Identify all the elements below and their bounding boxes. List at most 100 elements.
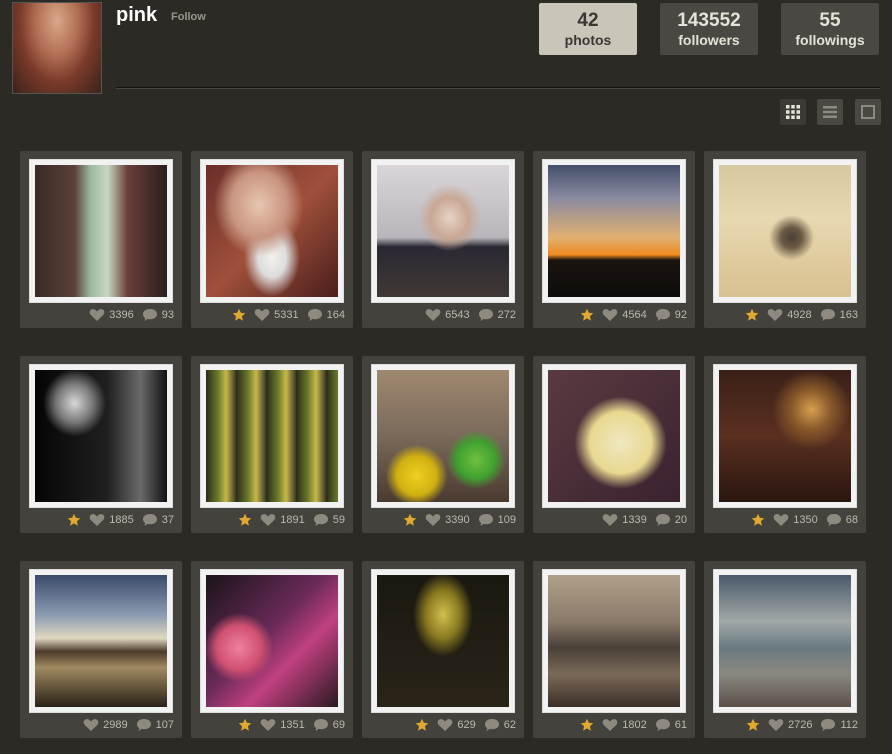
follow-button[interactable]: Follow (171, 11, 206, 23)
photo-image (206, 165, 338, 297)
photo-thumbnail[interactable] (371, 364, 515, 508)
photo-card: 1885 37 (20, 356, 182, 533)
comment-icon[interactable] (142, 513, 158, 527)
comment-count: 20 (674, 514, 687, 526)
comment-count: 163 (839, 309, 858, 321)
photo-thumbnail[interactable] (29, 159, 173, 303)
photo-card: 1350 68 (704, 356, 866, 533)
heart-icon[interactable] (254, 308, 270, 322)
like-count: 4564 (622, 309, 647, 321)
heart-icon[interactable] (260, 718, 276, 732)
photo-thumbnail[interactable] (542, 569, 686, 713)
photo-image (206, 370, 338, 502)
photo-card: 6543 272 (362, 151, 524, 328)
comment-icon[interactable] (478, 513, 494, 527)
photo-meta: 4564 92 (533, 306, 687, 324)
followings-count-tab[interactable]: 55 followings (781, 3, 879, 55)
comment-icon[interactable] (820, 718, 836, 732)
photo-meta: 1885 37 (20, 511, 174, 529)
photo-meta: 1350 68 (704, 511, 858, 529)
heart-icon[interactable] (89, 513, 105, 527)
like-count: 1802 (622, 719, 647, 731)
grid-view-button[interactable] (780, 99, 806, 125)
single-view-icon (861, 105, 875, 119)
like-count: 6543 (445, 309, 470, 321)
comment-icon[interactable] (655, 308, 671, 322)
photo-card: 3390 109 (362, 356, 524, 533)
list-view-button[interactable] (817, 99, 843, 125)
photo-thumbnail[interactable] (29, 569, 173, 713)
comment-icon[interactable] (307, 308, 323, 322)
comment-icon[interactable] (136, 718, 152, 732)
like-count: 3396 (109, 309, 134, 321)
photo-thumbnail[interactable] (200, 569, 344, 713)
photo-image (35, 165, 167, 297)
username[interactable]: pink (116, 4, 157, 27)
photo-thumbnail[interactable] (713, 364, 857, 508)
photo-meta: 5331 164 (191, 306, 345, 324)
heart-icon[interactable] (89, 308, 105, 322)
comment-count: 164 (326, 309, 345, 321)
heart-icon[interactable] (83, 718, 99, 732)
comment-count: 112 (840, 719, 858, 731)
comment-icon[interactable] (313, 513, 329, 527)
photo-card: 4564 92 (533, 151, 695, 328)
comment-icon[interactable] (820, 308, 836, 322)
like-count: 4928 (787, 309, 812, 321)
photo-thumbnail[interactable] (200, 364, 344, 508)
star-icon (232, 308, 246, 322)
photo-thumbnail[interactable] (542, 364, 686, 508)
heart-icon[interactable] (602, 513, 618, 527)
heart-icon[interactable] (425, 308, 441, 322)
star-icon (580, 718, 594, 732)
photo-card: 1339 20 (533, 356, 695, 533)
photos-count-tab[interactable]: 42 photos (539, 3, 637, 55)
photo-card: 2989 107 (20, 561, 182, 738)
photo-thumbnail[interactable] (371, 569, 515, 713)
comment-icon[interactable] (478, 308, 494, 322)
comment-icon[interactable] (484, 718, 500, 732)
single-view-button[interactable] (855, 99, 881, 125)
comment-count: 272 (497, 309, 516, 321)
comment-count: 37 (161, 514, 174, 526)
star-icon (580, 308, 594, 322)
comment-count: 62 (503, 719, 516, 731)
followers-label: followers (678, 32, 740, 48)
photo-thumbnail[interactable] (371, 159, 515, 303)
photo-thumbnail[interactable] (713, 159, 857, 303)
photo-image (548, 575, 680, 707)
heart-icon[interactable] (602, 718, 618, 732)
comment-icon[interactable] (313, 718, 329, 732)
photos-count: 42 (577, 10, 599, 31)
photo-image (719, 370, 851, 502)
heart-icon[interactable] (602, 308, 618, 322)
photo-thumbnail[interactable] (200, 159, 344, 303)
heart-icon[interactable] (773, 513, 789, 527)
photo-thumbnail[interactable] (29, 364, 173, 508)
followers-count-tab[interactable]: 143552 followers (660, 3, 758, 55)
comment-icon[interactable] (655, 513, 671, 527)
photo-thumbnail[interactable] (542, 159, 686, 303)
star-icon (751, 513, 765, 527)
comment-icon[interactable] (655, 718, 671, 732)
heart-icon[interactable] (767, 308, 783, 322)
heart-icon[interactable] (768, 718, 784, 732)
photos-label: photos (564, 32, 612, 48)
like-count: 1339 (622, 514, 647, 526)
photo-meta: 1802 61 (533, 716, 687, 734)
profile-header: pink Follow 42 photos 143552 followers 5… (0, 0, 892, 100)
avatar[interactable] (12, 2, 102, 94)
comment-count: 61 (674, 719, 687, 731)
comment-icon[interactable] (142, 308, 158, 322)
heart-icon[interactable] (425, 513, 441, 527)
photo-card: 2726 112 (704, 561, 866, 738)
photo-thumbnail[interactable] (713, 569, 857, 713)
heart-icon[interactable] (260, 513, 276, 527)
comment-icon[interactable] (826, 513, 842, 527)
photo-card: 1351 69 (191, 561, 353, 738)
heart-icon[interactable] (437, 718, 453, 732)
comment-count: 69 (332, 719, 345, 731)
comment-count: 68 (845, 514, 858, 526)
photo-meta: 1339 20 (533, 511, 687, 529)
photo-meta: 3390 109 (362, 511, 516, 529)
